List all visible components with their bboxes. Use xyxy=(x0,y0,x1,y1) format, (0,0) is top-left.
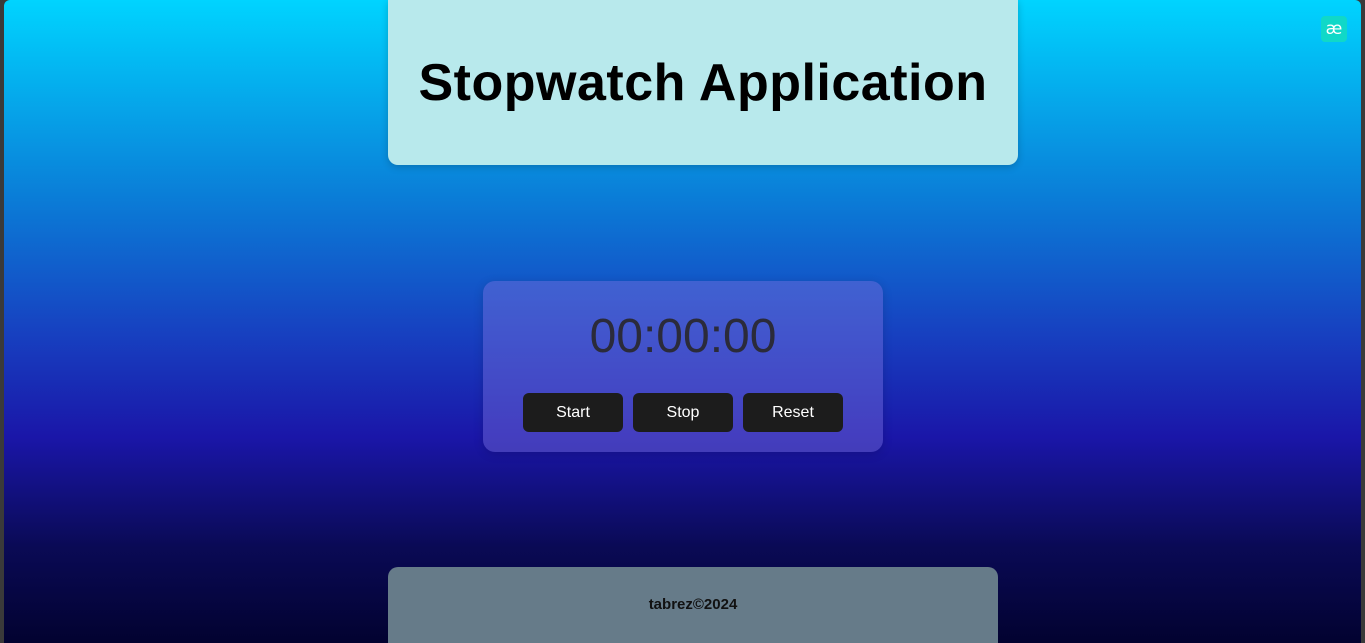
reset-button[interactable]: Reset xyxy=(743,393,843,432)
footer-copyright: tabrez©2024 xyxy=(648,596,738,613)
start-button[interactable]: Start xyxy=(523,393,623,432)
stopwatch-panel: 00:00:00 Start Stop Reset xyxy=(483,281,883,452)
extension-badge-icon[interactable]: æ xyxy=(1321,16,1347,42)
time-display: 00:00:00 xyxy=(589,310,777,363)
page-title: Stopwatch Application xyxy=(418,53,988,112)
stop-button[interactable]: Stop xyxy=(633,393,733,432)
footer: tabrez©2024 xyxy=(388,567,998,643)
header-card: Stopwatch Application xyxy=(388,0,1018,165)
control-buttons: Start Stop Reset xyxy=(523,393,843,432)
page-background: Stopwatch Application æ 00:00:00 Start S… xyxy=(4,0,1361,643)
